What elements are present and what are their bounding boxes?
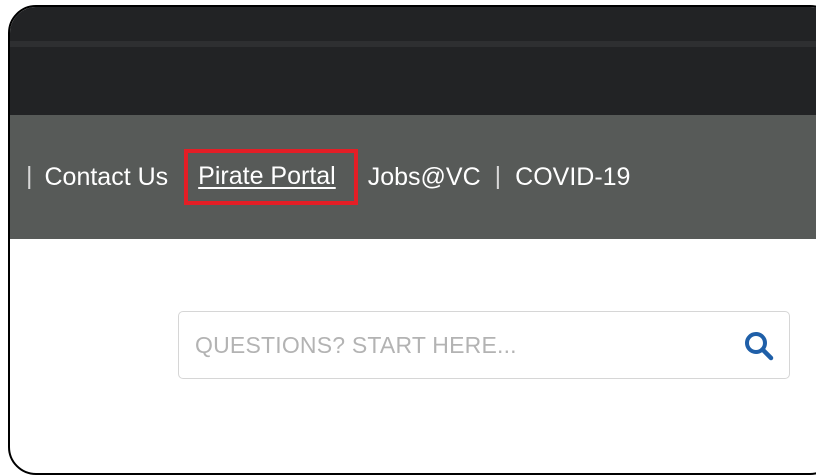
highlight-box: Pirate Portal <box>184 149 358 205</box>
header-stripe <box>10 41 816 47</box>
utility-nav: | Contact Us Pirate Portal Jobs@VC | COV… <box>10 115 630 239</box>
nav-link-contact-us[interactable]: Contact Us <box>45 163 169 192</box>
nav-link-jobs[interactable]: Jobs@VC <box>368 163 481 192</box>
search-box <box>178 311 790 379</box>
browser-viewport: | Contact Us Pirate Portal Jobs@VC | COV… <box>8 5 816 475</box>
search-input[interactable] <box>193 324 717 366</box>
nav-separator: | <box>494 161 502 190</box>
utility-nav-bar: | Contact Us Pirate Portal Jobs@VC | COV… <box>10 115 816 239</box>
nav-link-covid[interactable]: COVID-19 <box>515 163 630 192</box>
top-header-bar <box>10 7 816 115</box>
search-icon[interactable] <box>743 330 775 362</box>
nav-separator: | <box>26 161 33 190</box>
nav-link-pirate-portal[interactable]: Pirate Portal <box>198 162 336 190</box>
